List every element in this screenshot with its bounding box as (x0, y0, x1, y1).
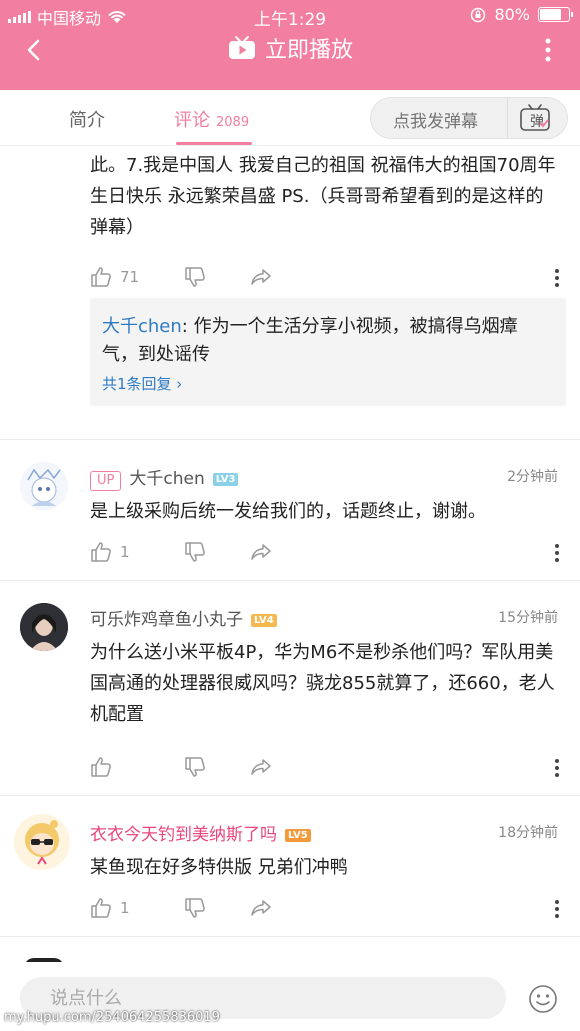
comment-text: 此。7.我是中国人 我爱自己的祖国 祝福伟大的祖国70周年生日快乐 永远繁荣昌盛… (90, 155, 556, 238)
tab-intro[interactable]: 简介 (69, 106, 105, 132)
comment-input-field[interactable] (48, 987, 472, 1010)
danmaku-button[interactable]: 点我发弹幕 弹 (370, 97, 568, 139)
share-icon (251, 900, 271, 916)
thumbs-down-icon (185, 757, 205, 777)
author-name[interactable]: 可乐炸鸡章鱼小丸子 (90, 610, 243, 630)
share-icon (251, 269, 271, 285)
dislike-button[interactable] (184, 266, 206, 288)
comment-actions: 1 (90, 897, 560, 921)
comment-item: 可乐炸鸡章鱼小丸子 LV4 15分钟前 为什么送小米平板4P，华为M6不是秒杀他们… (0, 581, 580, 795)
like-count: 1 (120, 899, 130, 917)
comment-text: 是上级采购后统一发给我们的，话题终止，谢谢。 (90, 501, 486, 522)
comment-text: 为什么送小米平板4P，华为M6不是秒杀他们吗？军队用美国高通的处理器很威风吗？骁… (90, 642, 555, 725)
thumbs-down-icon (185, 267, 205, 287)
thumbs-up-icon (91, 757, 111, 777)
avatar-image (14, 814, 70, 870)
rotation-lock-icon (471, 7, 486, 22)
avatar[interactable] (20, 462, 68, 510)
share-button[interactable] (250, 266, 272, 288)
battery-icon (538, 7, 573, 22)
danmaku-icon-text: 弹 (530, 114, 544, 130)
emoji-icon[interactable] (528, 984, 558, 1014)
share-icon (251, 544, 271, 560)
comments-count: 2089 (216, 115, 250, 130)
dislike-button[interactable] (184, 897, 206, 919)
comment-author: 衣衣今天钓到美纳斯了吗 LV5 (90, 820, 311, 845)
avatar-image (20, 603, 68, 651)
danmaku-label: 点我发弹幕 (393, 112, 478, 132)
avatar-image (20, 462, 68, 510)
avatar[interactable] (14, 814, 70, 870)
comment-time: 15分钟前 (498, 610, 558, 626)
nav-bar: 立即播放 (0, 30, 580, 90)
thumbs-down-icon (185, 898, 205, 918)
dislike-button[interactable] (184, 541, 206, 563)
tab-comments[interactable]: 评论 2089 (174, 106, 249, 132)
share-icon (251, 759, 271, 775)
comment-more-icon[interactable] (554, 543, 560, 563)
comment-item: 衣衣今天钓到美纳斯了吗 LV5 18分钟前 某鱼现在好多特供版 兄弟们冲鸭 1 (0, 796, 580, 936)
comment-time: 2分钟前 (507, 469, 558, 485)
like-button[interactable]: 71 (90, 266, 139, 288)
dislike-button[interactable] (184, 756, 206, 778)
reply-preview[interactable]: 大千chen: 作为一个生活分享小视频，被搞得乌烟瘴气，到处谣传 共1条回复 › (90, 298, 566, 406)
comment-text: 某鱼现在好多特供版 兄弟们冲鸭 (90, 857, 348, 878)
level-badge: LV5 (285, 828, 311, 842)
like-button[interactable] (90, 756, 120, 778)
thumbs-down-icon (185, 542, 205, 562)
comment-more-icon[interactable] (554, 899, 560, 919)
status-bar: 中国移动 上午1:29 80% (0, 0, 580, 30)
danmaku-tv-icon[interactable]: 弹 (519, 103, 551, 133)
share-button[interactable] (250, 756, 272, 778)
level-badge: LV4 (251, 613, 277, 627)
level-badge: LV3 (212, 472, 239, 486)
reply-separator: : (181, 316, 194, 337)
play-now-title[interactable]: 立即播放 (0, 32, 580, 64)
more-vert-icon[interactable] (544, 36, 552, 64)
thumbs-up-icon (91, 267, 111, 287)
active-tab-indicator (176, 142, 252, 145)
tv-play-icon (228, 36, 255, 59)
comment-item: UP 大千chen LV3 2分钟前 是上级采购后统一发给我们的，话题终止，谢谢。 … (0, 440, 580, 580)
comment-divider (0, 936, 580, 937)
comment-actions (90, 756, 560, 780)
comment-more-icon[interactable] (554, 758, 560, 778)
comment-time: 18分钟前 (498, 825, 558, 841)
reply-username[interactable]: 大千chen (102, 316, 182, 337)
danmaku-divider (507, 98, 508, 138)
author-name[interactable]: 衣衣今天钓到美纳斯了吗 (90, 825, 277, 845)
battery-percent: 80% (494, 5, 530, 24)
like-count: 71 (120, 268, 140, 286)
comment-author: UP 大千chen LV3 (90, 464, 239, 491)
tab-bar: 简介 评论 2089 点我发弹幕 弹 (0, 90, 580, 146)
comment-actions: 71 (90, 266, 560, 290)
watermark: my.hupu.com/254064255836019 (4, 1010, 220, 1025)
reply-content: 大千chen: 作为一个生活分享小视频，被搞得乌烟瘴气，到处谣传 (102, 313, 552, 369)
thumbs-up-icon (91, 542, 111, 562)
like-button[interactable]: 1 (90, 897, 130, 919)
tab-comments-label: 评论 (174, 110, 210, 131)
view-replies-link[interactable]: 共1条回复 › (102, 373, 182, 394)
comment-author: 可乐炸鸡章鱼小丸子 LV4 (90, 605, 277, 630)
avatar[interactable] (20, 603, 68, 651)
like-count: 1 (120, 543, 130, 561)
comment-actions: 1 (90, 541, 560, 565)
like-button[interactable]: 1 (90, 541, 130, 563)
thumbs-up-icon (91, 898, 111, 918)
page-title: 立即播放 (264, 38, 353, 63)
author-name[interactable]: 大千chen (129, 469, 204, 489)
up-badge: UP (90, 471, 122, 491)
share-button[interactable] (250, 541, 272, 563)
comment-more-icon[interactable] (554, 268, 560, 288)
battery-info: 80% (470, 5, 573, 24)
share-button[interactable] (250, 897, 272, 919)
